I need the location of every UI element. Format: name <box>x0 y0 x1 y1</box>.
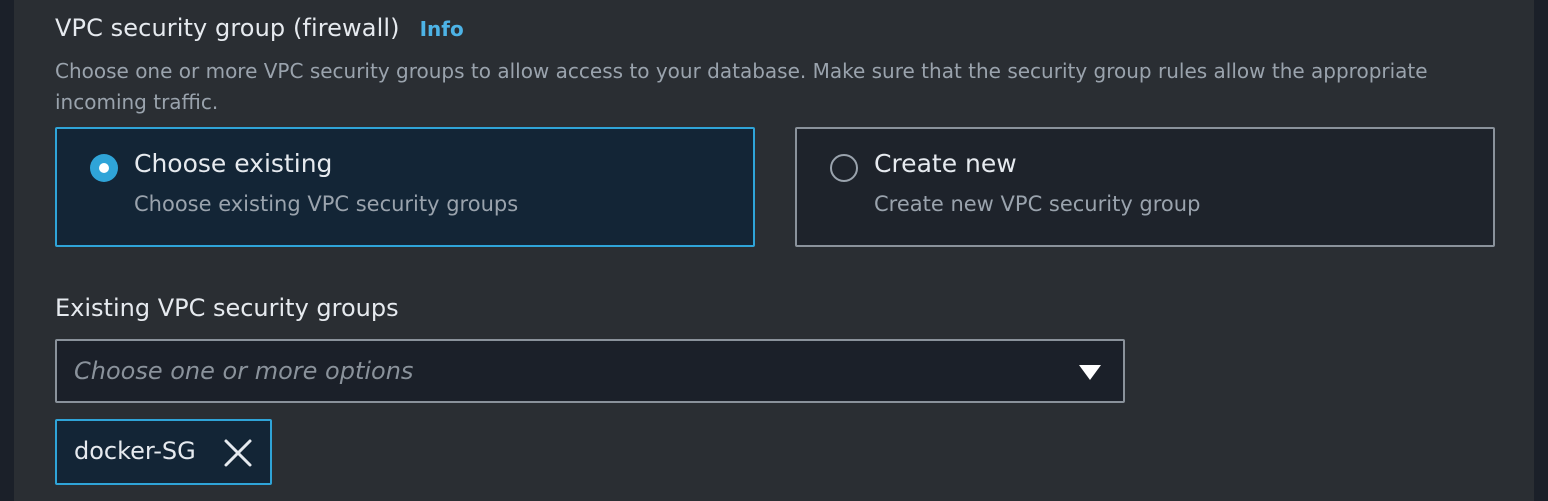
option-title: Create new <box>874 149 1017 178</box>
section-header: VPC security group (firewall) Info <box>55 14 1495 52</box>
existing-groups-label: Existing VPC security groups <box>55 294 399 322</box>
page: VPC security group (firewall) Info Choos… <box>0 0 1548 501</box>
security-group-options: Choose existing Choose existing VPC secu… <box>55 127 1495 247</box>
token-label: docker-SG <box>74 437 196 465</box>
option-description: Create new VPC security group <box>874 192 1201 216</box>
security-groups-multiselect[interactable]: Choose one or more options <box>55 339 1125 403</box>
option-description: Choose existing VPC security groups <box>134 192 519 216</box>
section-title: VPC security group (firewall) <box>55 14 400 42</box>
radio-selected-icon[interactable] <box>90 154 118 182</box>
vpc-security-group-section: VPC security group (firewall) Info Choos… <box>55 14 1495 485</box>
option-choose-existing[interactable]: Choose existing Choose existing VPC secu… <box>55 127 755 247</box>
section-description: Choose one or more VPC security groups t… <box>55 59 1428 114</box>
close-icon[interactable] <box>223 438 253 468</box>
selected-token: docker-SG <box>55 419 272 485</box>
option-create-new[interactable]: Create new Create new VPC security group <box>795 127 1495 247</box>
multiselect-placeholder: Choose one or more options <box>74 357 414 385</box>
caret-down-icon[interactable] <box>1079 365 1101 380</box>
option-title: Choose existing <box>134 149 333 178</box>
radio-unselected-icon[interactable] <box>830 154 858 182</box>
info-link[interactable]: Info <box>420 17 464 41</box>
